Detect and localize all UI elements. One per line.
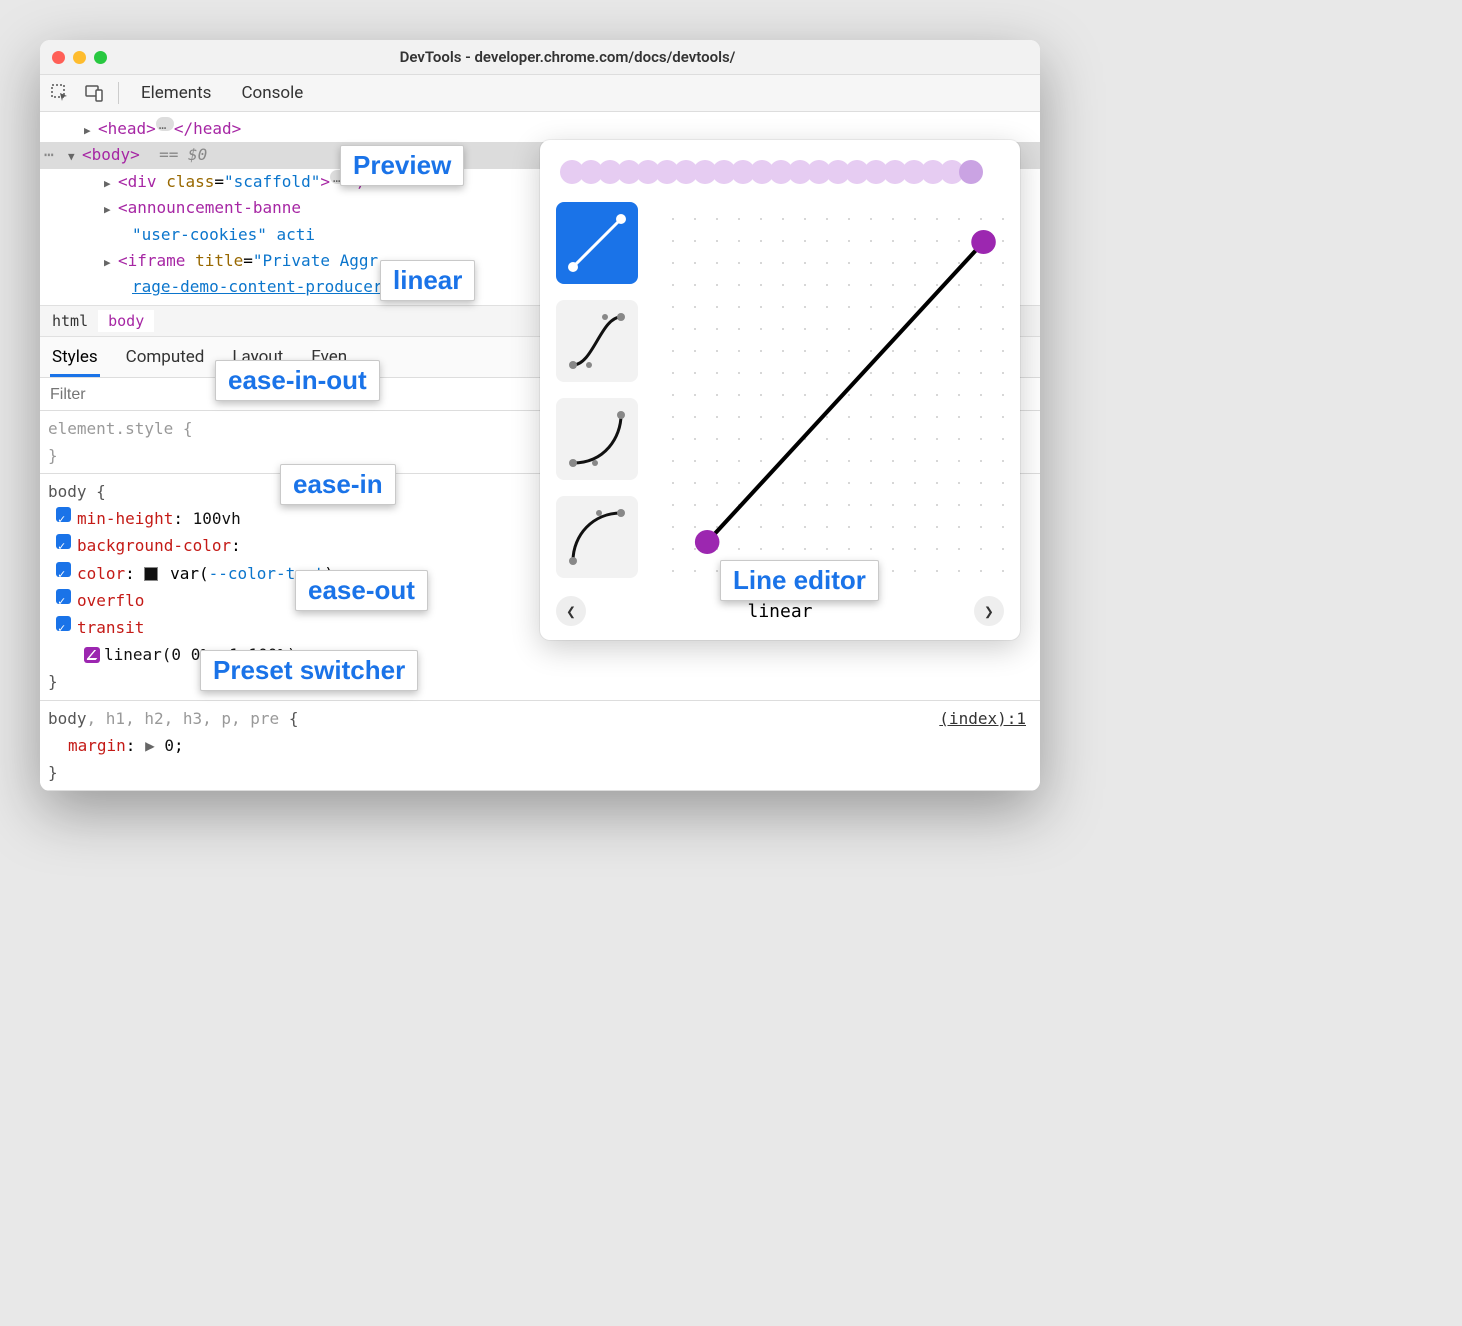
checkbox-icon[interactable] [56, 589, 71, 604]
checkbox-icon[interactable] [56, 534, 71, 549]
maximize-window-button[interactable] [94, 51, 107, 64]
preset-ease-in-out[interactable] [556, 300, 638, 382]
prev-preset-button[interactable]: ❮ [556, 596, 586, 626]
tab-elements[interactable]: Elements [133, 79, 219, 107]
crumb-body[interactable]: body [98, 310, 154, 332]
traffic-lights [52, 51, 107, 64]
checkbox-icon[interactable] [56, 562, 71, 577]
toolbar-separator [118, 82, 119, 104]
current-preset-label: linear [747, 601, 812, 622]
next-preset-button[interactable]: ❯ [974, 596, 1004, 626]
easing-swatch-icon[interactable] [84, 647, 100, 663]
chevron-right-icon: ❯ [984, 602, 994, 621]
callout-ease-out: ease-out [295, 570, 428, 611]
source-link[interactable]: (index):1 [939, 705, 1032, 732]
color-swatch-icon[interactable] [144, 567, 158, 581]
preview-dot [959, 160, 983, 184]
titlebar: DevTools - developer.chrome.com/docs/dev… [40, 40, 1040, 75]
pane-tab-styles[interactable]: Styles [50, 343, 100, 377]
tab-console[interactable]: Console [233, 79, 311, 107]
inspect-icon[interactable] [50, 83, 70, 103]
preset-list [556, 202, 638, 582]
preset-linear[interactable] [556, 202, 638, 284]
preset-ease-out[interactable] [556, 496, 638, 578]
rule-body-multi[interactable]: (index):1 body, h1, h2, h3, p, pre { mar… [40, 701, 1040, 792]
devtools-window: DevTools - developer.chrome.com/docs/dev… [40, 40, 1040, 791]
checkbox-icon[interactable] [56, 507, 71, 522]
ellipsis-icon[interactable] [156, 117, 174, 131]
main-toolbar: Elements Console [40, 75, 1040, 112]
pane-tab-computed[interactable]: Computed [124, 343, 207, 371]
animation-preview[interactable] [560, 156, 1000, 188]
callout-ease-in: ease-in [280, 464, 396, 505]
callout-ease-in-out: ease-in-out [215, 360, 380, 401]
window-title: DevTools - developer.chrome.com/docs/dev… [107, 48, 1028, 66]
callout-preset-switcher: Preset switcher [200, 650, 418, 691]
close-window-button[interactable] [52, 51, 65, 64]
checkbox-icon[interactable] [56, 616, 71, 631]
preset-ease-in[interactable] [556, 398, 638, 480]
callout-preview: Preview [340, 145, 464, 186]
minimize-window-button[interactable] [73, 51, 86, 64]
callout-line-editor: Line editor [720, 560, 879, 601]
dom-node-head[interactable]: ▶<head></head> [40, 116, 1040, 142]
device-toggle-icon[interactable] [84, 83, 104, 103]
callout-linear: linear [380, 260, 475, 301]
chevron-left-icon: ❮ [566, 602, 576, 621]
gutter-dots-icon: ⋯ [44, 142, 54, 168]
crumb-html[interactable]: html [42, 310, 98, 332]
curve-editor[interactable] [656, 202, 1004, 582]
